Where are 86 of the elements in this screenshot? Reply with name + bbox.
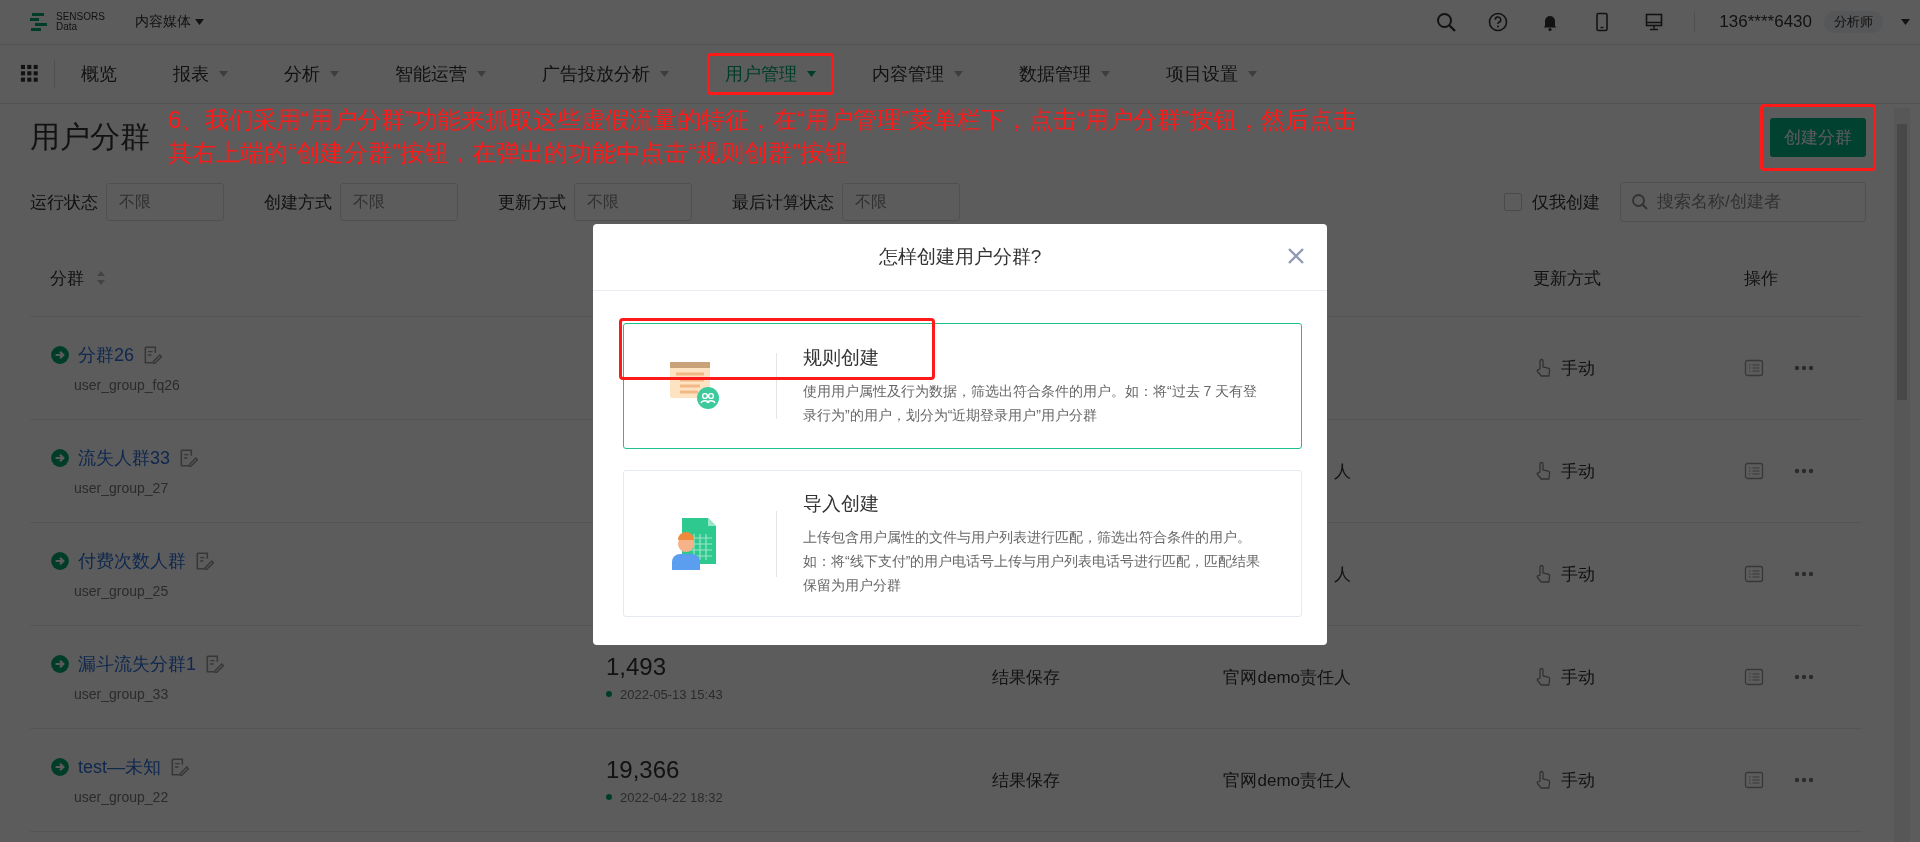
arrow-circle-icon bbox=[50, 345, 70, 365]
update-mode: 手动 bbox=[1561, 460, 1595, 483]
filter-label: 更新方式 bbox=[498, 191, 566, 214]
arrow-circle-icon bbox=[50, 551, 70, 571]
list-icon[interactable] bbox=[1744, 770, 1764, 790]
option-description: 上传包含用户属性的文件与用户列表进行匹配，筛选出符合条件的用户。如：将“线下支付”的用户电话号上传与用户列表电话号进行匹配，匹配结果保留为用户分群 bbox=[803, 527, 1262, 595]
list-icon[interactable] bbox=[1744, 564, 1764, 584]
checkbox-label: 仅我创建 bbox=[1532, 191, 1600, 214]
logo-icon bbox=[30, 12, 50, 32]
column-header[interactable]: 分群 bbox=[50, 266, 106, 290]
arrow-circle-icon bbox=[50, 654, 70, 674]
search-icon bbox=[1630, 192, 1650, 212]
nav-item[interactable]: 数据管理 bbox=[1005, 56, 1124, 92]
caret-icon bbox=[330, 71, 339, 77]
edit-icon[interactable] bbox=[169, 757, 189, 777]
sort-icon[interactable] bbox=[96, 270, 106, 286]
caret-icon bbox=[194, 19, 204, 25]
table-cell-text: 人 bbox=[1333, 563, 1351, 586]
table-cell-text: 人 bbox=[1333, 460, 1351, 483]
filter-label: 最后计算状态 bbox=[732, 191, 834, 214]
annotation-text: 6、我们采用“用户分群”功能来抓取这些虚假流量的特征，在“用户管理”菜单栏下，点击“用户分群”按钮，然后点击 bbox=[168, 105, 1358, 135]
status-dot bbox=[606, 794, 612, 800]
project-name[interactable]: 内容媒体 bbox=[134, 13, 191, 31]
caret-icon bbox=[660, 71, 669, 77]
table-cell-text: 结果保存 bbox=[992, 769, 1061, 792]
nav-item[interactable]: 分析 bbox=[270, 56, 353, 92]
nav-item[interactable]: 概览 bbox=[67, 56, 131, 92]
nav-item[interactable]: 报表 bbox=[159, 56, 242, 92]
grid-icon[interactable] bbox=[20, 64, 40, 84]
page-title: 用户分群 bbox=[30, 118, 150, 155]
group-name-link[interactable]: 流失人群33 bbox=[78, 446, 171, 470]
option-title: 导入创建 bbox=[803, 491, 880, 516]
dialog-title: 怎样创建用户分群? bbox=[878, 245, 1042, 269]
status-dot bbox=[606, 691, 612, 697]
logo-text: SENSORS bbox=[56, 12, 105, 22]
arrow-circle-icon bbox=[50, 448, 70, 468]
group-name-link[interactable]: 漏斗流失分群1 bbox=[78, 652, 196, 676]
caret-icon[interactable] bbox=[1901, 19, 1910, 25]
logo-text: Data bbox=[56, 22, 79, 32]
table-cell-text: 官网demo责任人 bbox=[1222, 769, 1351, 792]
edit-icon[interactable] bbox=[194, 551, 214, 571]
arrow-circle-icon bbox=[50, 757, 70, 777]
option-title: 规则创建 bbox=[803, 346, 880, 370]
nav-item[interactable]: 项目设置 bbox=[1152, 56, 1271, 92]
nav-item[interactable]: 智能运营 bbox=[381, 56, 500, 92]
list-icon[interactable] bbox=[1744, 358, 1764, 378]
caret-icon bbox=[954, 71, 963, 77]
edit-icon[interactable] bbox=[178, 448, 199, 468]
group-name-link[interactable]: 付费次数人群 bbox=[78, 549, 186, 573]
option-card[interactable]: 导入创建 上传包含用户属性的文件与用户列表进行匹配，筛选出符合条件的用户。如：将“线下支付”的用户电话号上传与用户列表电话号进行匹配，匹配结果保留为用户分群 bbox=[623, 470, 1302, 617]
caret-icon bbox=[219, 71, 228, 77]
create-button[interactable]: 创建分群 bbox=[1770, 117, 1866, 157]
edit-icon[interactable] bbox=[204, 654, 224, 674]
role-badge: 分析师 bbox=[1824, 11, 1883, 33]
column-header: 操作 bbox=[1744, 267, 1778, 290]
close-icon bbox=[1286, 246, 1306, 266]
caret-icon bbox=[477, 71, 486, 77]
help-icon[interactable] bbox=[1488, 12, 1509, 32]
group-name-link[interactable]: 分群26 bbox=[78, 343, 135, 367]
annotation-text: 其右上端的“创建分群”按钮，在弹出的功能中点击“规则创群”按钮 bbox=[168, 138, 849, 168]
monitor-icon[interactable] bbox=[1644, 12, 1665, 32]
filter-label: 创建方式 bbox=[264, 191, 332, 214]
caret-icon bbox=[1248, 71, 1257, 77]
table-cell-text: 官网demo责任人 bbox=[1222, 666, 1351, 689]
column-header: 更新方式 bbox=[1533, 267, 1601, 290]
update-mode: 手动 bbox=[1561, 357, 1595, 380]
option-description: 使用用户属性及行为数据，筛选出符合条件的用户。如：将“过去 7 天有登录行为”的用户，划分为“近期登录用户”用户分群 bbox=[803, 382, 1259, 425]
user-name[interactable]: 136****6430 bbox=[1719, 12, 1812, 32]
edit-icon[interactable] bbox=[142, 345, 163, 365]
group-name-link[interactable]: test—未知 bbox=[78, 755, 161, 779]
nav-item[interactable]: 内容管理 bbox=[858, 56, 977, 92]
caret-icon bbox=[1101, 71, 1110, 77]
nav-item[interactable]: 用户管理 bbox=[711, 56, 830, 92]
filter-label: 运行状态 bbox=[30, 191, 98, 214]
update-mode: 手动 bbox=[1561, 666, 1595, 689]
update-mode: 手动 bbox=[1561, 563, 1595, 586]
table-cell-text: 结果保存 bbox=[992, 666, 1061, 689]
user-count: 1,493 bbox=[606, 652, 668, 681]
nav-item[interactable]: 广告投放分析 bbox=[528, 56, 683, 92]
update-mode: 手动 bbox=[1561, 769, 1595, 792]
list-icon[interactable] bbox=[1744, 667, 1764, 687]
caret-icon bbox=[807, 71, 816, 77]
search-icon[interactable] bbox=[1436, 12, 1457, 32]
list-icon[interactable] bbox=[1744, 461, 1764, 481]
user-count: 19,366 bbox=[606, 755, 681, 784]
option-card[interactable]: 规则创建 使用用户属性及行为数据，筛选出符合条件的用户。如：将“过去 7 天有登录行为”的用户，划分为“近期登录用户”用户分群 bbox=[623, 323, 1302, 449]
